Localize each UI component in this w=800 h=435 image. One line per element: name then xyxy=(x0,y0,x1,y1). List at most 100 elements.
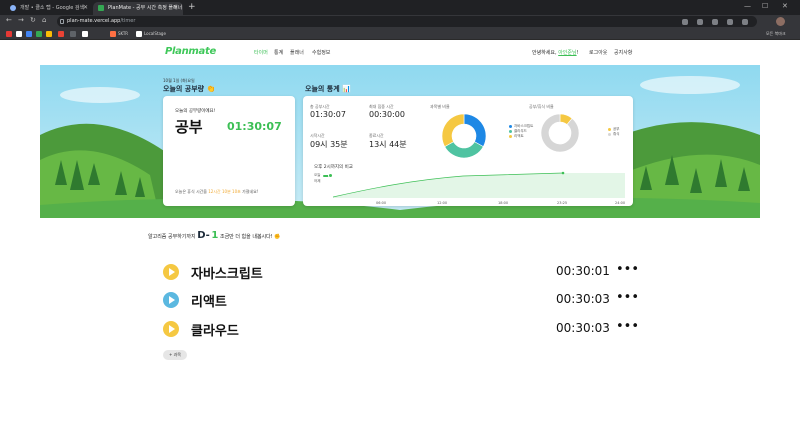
subject-pie-slice xyxy=(441,113,465,148)
today-stats-title: 오늘의 통계 📊 xyxy=(305,85,351,93)
clap-icon: 👏 xyxy=(206,85,216,93)
translate-icon[interactable] xyxy=(682,19,688,25)
nav-exam-info[interactable]: 수험정보 xyxy=(312,49,330,56)
study-rest-pie-slice xyxy=(540,113,580,153)
current-subject: 공부 xyxy=(175,118,203,136)
fist-icon: ✊ xyxy=(274,234,281,240)
more-options-icon[interactable]: ••• xyxy=(616,262,639,277)
subject-time: 00:30:01 xyxy=(556,264,610,278)
nav-planner[interactable]: 플래너 xyxy=(290,49,304,56)
share-icon[interactable] xyxy=(712,19,718,25)
zoom-icon[interactable] xyxy=(697,19,703,25)
subject-legend: 자바스크립트 클라우드 리액트 xyxy=(509,124,533,139)
all-bookmarks[interactable]: 모든 북마크 xyxy=(766,28,786,40)
browser-tab-planmate[interactable]: PlanMate - 공부 시간 측정 플래너 ✕ xyxy=(93,2,183,15)
nav-stats[interactable]: 통계 xyxy=(274,49,283,56)
end-time-value: 13시 44분 xyxy=(369,140,407,149)
play-icon[interactable] xyxy=(163,264,179,280)
nickname-link[interactable]: 아인준님 xyxy=(558,50,576,56)
url-text: plan-mate.vercel.app/timer xyxy=(67,18,136,24)
more-options-icon[interactable]: ••• xyxy=(616,290,639,305)
address-bar[interactable]: plan-mate.vercel.app/timer xyxy=(57,16,757,27)
study-card-label: 오늘의 공부량이에요! xyxy=(175,109,216,114)
total-study-value: 01:30:07 xyxy=(310,110,346,119)
max-focus-value: 00:30:00 xyxy=(369,110,405,119)
study-rest-ratio-label: 공부/휴식 비율 xyxy=(529,104,554,109)
bookmark-icon[interactable] xyxy=(46,31,52,37)
bookmark-icon[interactable] xyxy=(70,31,76,37)
greeting: 안녕하세요, 아인준님! xyxy=(532,50,579,56)
bookmark-icon[interactable] xyxy=(110,31,116,37)
subject-name: 자바스크립트 xyxy=(191,267,263,282)
subject-ratio-label: 과목별 비율 xyxy=(430,104,450,109)
study-rest-legend: 공부 휴식 xyxy=(608,127,619,137)
subject-time: 00:30:03 xyxy=(556,292,610,306)
x-tick: 12:00 xyxy=(437,201,448,205)
subject-name: 클라우드 xyxy=(191,324,239,339)
chart-end-point xyxy=(561,171,565,175)
close-tab-icon[interactable]: ✕ xyxy=(83,2,88,14)
subject-time: 00:30:03 xyxy=(556,321,610,335)
subject-ratio-donut xyxy=(441,113,487,159)
close-tab-icon[interactable]: ✕ xyxy=(173,2,178,14)
notice-link[interactable]: 공지사항 xyxy=(614,49,632,56)
compare-today-label: 오늘 xyxy=(314,173,321,177)
x-tick: 18:00 xyxy=(498,201,509,205)
study-rest-donut xyxy=(540,113,580,153)
bookmark-sktr[interactable]: SKTR xyxy=(118,28,128,40)
browser-tab-strip: 개발 • 클소 탭 - Google 검색 ✕ PlanMate - 공부 시간… xyxy=(0,0,800,15)
youtube-icon[interactable] xyxy=(6,31,12,37)
close-window-icon[interactable]: ✕ xyxy=(782,2,788,10)
back-icon[interactable]: ← xyxy=(6,16,12,24)
play-icon[interactable] xyxy=(163,292,179,308)
google-favicon-icon xyxy=(10,5,16,11)
x-tick: 23:25 xyxy=(557,201,568,205)
bookmark-icon[interactable] xyxy=(58,31,64,37)
browser-toolbar: ← → ↻ ⌂ plan-mate.vercel.app/timer xyxy=(0,15,800,28)
dday-banner: 알고리즘 공부하기까지 D- 1 조금만 더 힘을 내봅시다! ✊ xyxy=(148,230,281,241)
github-icon[interactable] xyxy=(16,31,22,37)
browser-tab-google[interactable]: 개발 • 클소 탭 - Google 검색 ✕ xyxy=(5,2,93,15)
bookmark-star-icon[interactable] xyxy=(727,19,733,25)
bookmark-localstage[interactable]: LocalStage xyxy=(144,28,166,40)
nav-timer[interactable]: 타이머 xyxy=(254,49,268,56)
bookmarks-bar: SKTR LocalStage 모든 북마크 xyxy=(0,28,800,40)
compare-yesterday-label: 어제 xyxy=(314,179,321,183)
play-icon[interactable] xyxy=(163,321,179,337)
new-tab-icon[interactable]: + xyxy=(188,2,196,12)
reload-icon[interactable]: ↻ xyxy=(30,16,36,24)
subject-pie-slice xyxy=(444,141,484,159)
forward-icon[interactable]: → xyxy=(18,16,24,24)
bookmark-icon[interactable] xyxy=(82,31,88,37)
add-subject-button[interactable]: + 과목 xyxy=(163,350,187,360)
bookmark-icon[interactable] xyxy=(26,31,32,37)
subject-row: 클라우드 00:30:03 ••• xyxy=(163,319,639,339)
planmate-logo[interactable]: Planmate xyxy=(165,46,216,57)
logout-link[interactable]: 로그아웃 xyxy=(589,49,607,56)
github-icon[interactable] xyxy=(136,31,142,37)
more-options-icon[interactable]: ••• xyxy=(616,319,639,334)
home-icon[interactable]: ⌂ xyxy=(42,16,46,24)
site-info-icon[interactable] xyxy=(60,19,64,24)
chart-icon: 📊 xyxy=(342,85,351,93)
x-tick: 24:00 xyxy=(615,201,626,205)
tab-title: PlanMate - 공부 시간 측정 플래너 xyxy=(108,5,183,11)
minimize-icon[interactable]: — xyxy=(744,2,751,10)
bookmark-icon[interactable] xyxy=(36,31,42,37)
today-stats-card: 총 공부시간 01:30:07 최대 집중 시간 00:30:00 시작시간 0… xyxy=(303,96,633,206)
rest-summary: 오늘은 휴식 시간을 12시간 10분 10초 가졌네요! xyxy=(175,189,259,194)
legend-item: 리액트 xyxy=(509,134,533,139)
site-header: Planmate 타이머 통계 플래너 수험정보 안녕하세요, 아인준님! 로그… xyxy=(0,40,800,65)
today-study-card: 오늘의 공부량이에요! 공부 01:30:07 오늘은 휴식 시간을 12시간 … xyxy=(163,96,295,206)
maximize-icon[interactable]: ☐ xyxy=(762,2,768,10)
subject-row: 자바스크립트 00:30:01 ••• xyxy=(163,262,639,282)
compare-area-chart xyxy=(333,171,625,198)
subject-row: 리액트 00:30:03 ••• xyxy=(163,290,639,310)
profile-avatar[interactable] xyxy=(776,17,785,26)
start-time-value: 09시 35분 xyxy=(310,140,348,149)
extension-icon[interactable] xyxy=(742,19,748,25)
x-tick: 06:00 xyxy=(376,201,387,205)
legend-item: 휴식 xyxy=(608,132,619,137)
subject-name: 리액트 xyxy=(191,295,227,310)
study-timer: 01:30:07 xyxy=(227,120,282,133)
